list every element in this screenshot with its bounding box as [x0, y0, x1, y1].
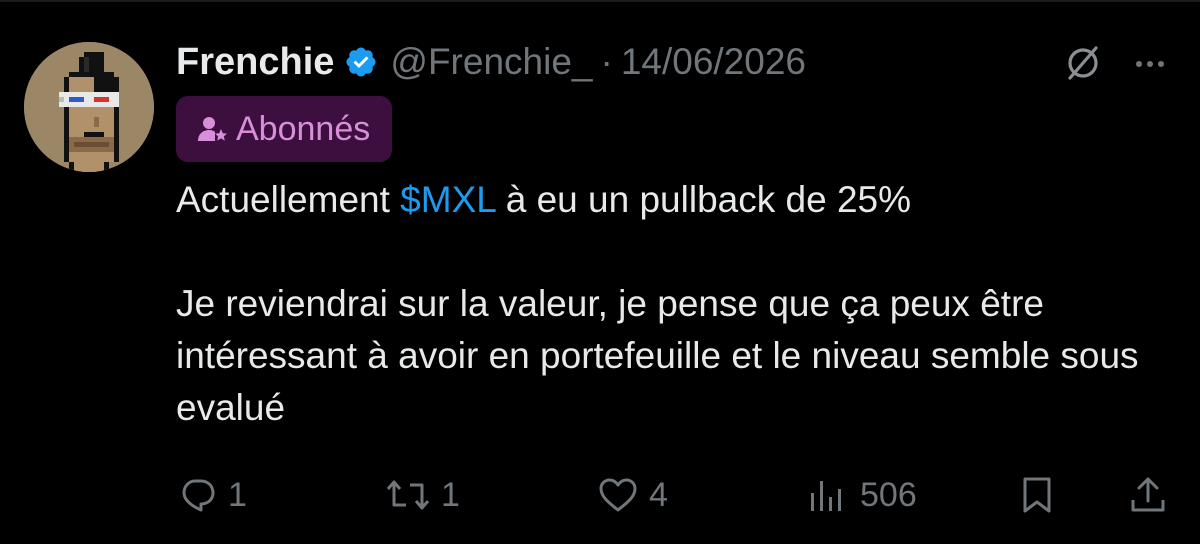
grok-icon[interactable] — [1062, 42, 1104, 84]
subscriber-star-icon — [196, 113, 228, 145]
tweet-text: Actuellement $MXL à eu un pullback de 25… — [176, 174, 1176, 434]
action-bar: 1 1 4 506 — [0, 470, 1200, 520]
top-divider — [0, 0, 1200, 2]
like-count: 4 — [649, 475, 668, 514]
reply-count: 1 — [228, 475, 247, 514]
bookmark-button[interactable] — [1018, 470, 1056, 520]
separator-dot: · — [600, 41, 613, 82]
tweet-paragraph-1: Actuellement $MXL à eu un pullback de 25… — [176, 174, 1176, 226]
views-button[interactable]: 506 — [808, 470, 917, 520]
repost-button[interactable]: 1 — [385, 470, 460, 520]
author-handle[interactable]: @Frenchie_ — [390, 41, 592, 83]
subscriber-badge-label: Abonnés — [236, 109, 371, 148]
avatar-image — [24, 42, 154, 172]
like-icon — [597, 475, 639, 515]
tweet-text-prefix: Actuellement — [176, 179, 401, 220]
verified-badge-icon — [344, 45, 378, 79]
tweet-paragraph-2: Je reviendrai sur la valeur, je pense qu… — [176, 283, 1139, 428]
tweet-date[interactable]: 14/06/2026 — [621, 41, 806, 83]
share-icon — [1128, 475, 1168, 515]
more-icon[interactable] — [1130, 44, 1170, 84]
tweet-text-suffix: à eu un pullback de 25% — [495, 179, 911, 220]
views-icon — [808, 475, 850, 515]
avatar[interactable] — [24, 42, 154, 172]
cashtag-link[interactable]: $MXL — [400, 179, 495, 220]
reply-icon — [178, 475, 218, 515]
repost-count: 1 — [441, 475, 460, 514]
share-button[interactable] — [1128, 470, 1168, 520]
author-name[interactable]: Frenchie — [176, 41, 334, 84]
like-button[interactable]: 4 — [597, 470, 668, 520]
repost-icon — [385, 475, 431, 515]
bookmark-icon — [1018, 475, 1056, 515]
tweet-header: Frenchie @Frenchie_ · 14/06/2026 — [176, 38, 806, 86]
subscriber-badge[interactable]: Abonnés — [176, 96, 393, 162]
reply-button[interactable]: 1 — [178, 470, 247, 520]
views-count: 506 — [860, 475, 917, 514]
